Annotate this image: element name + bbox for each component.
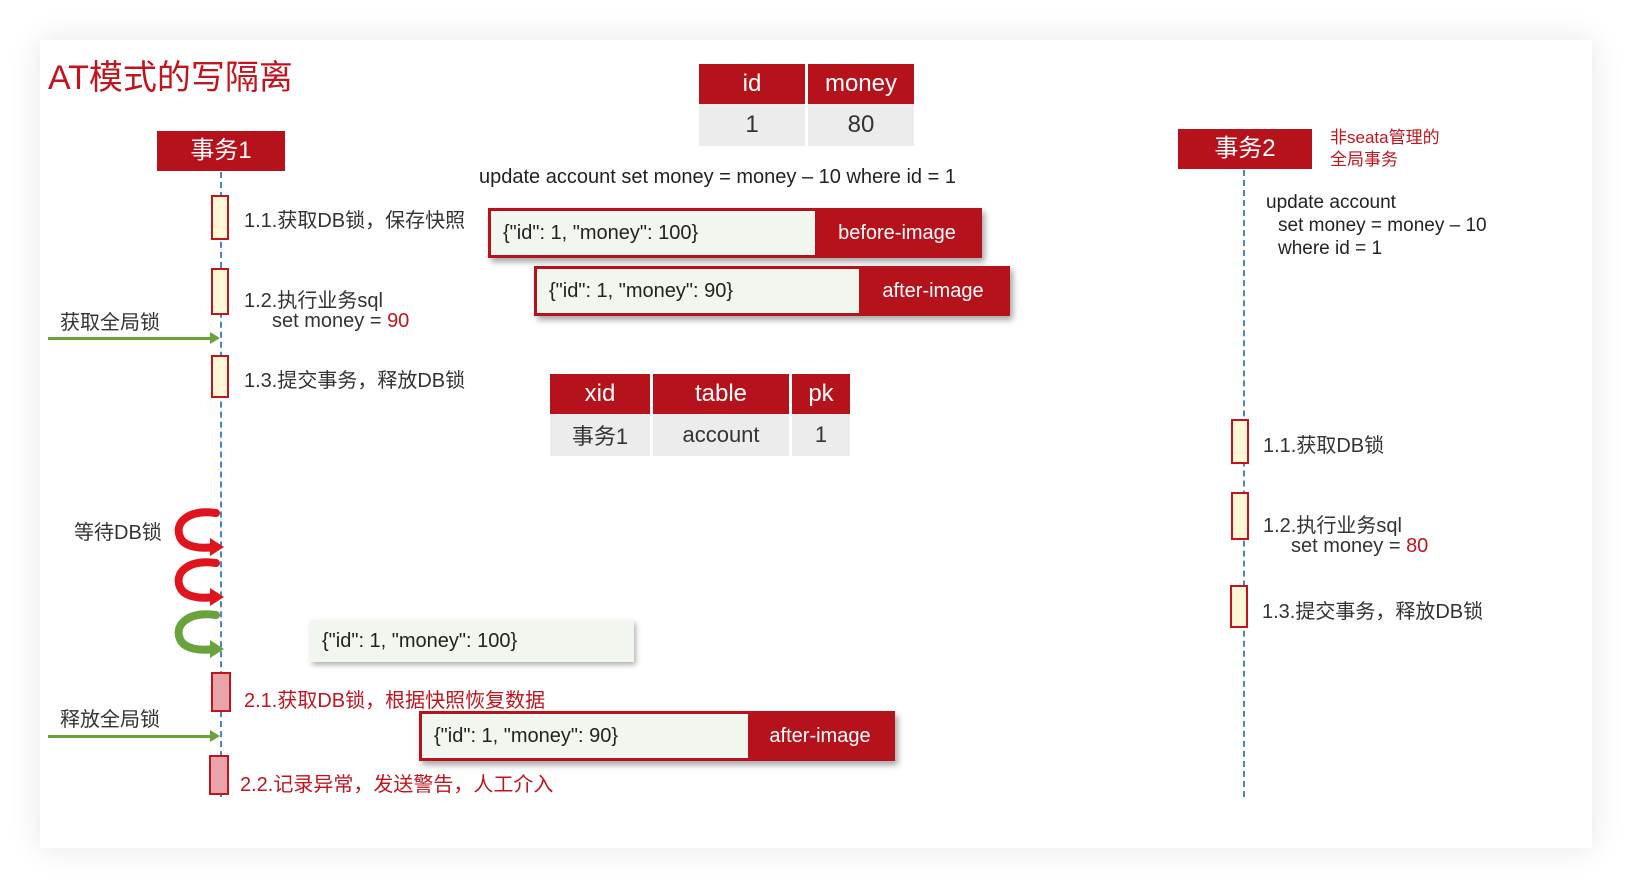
lock-header-pk: pk <box>792 374 850 414</box>
lock-header-xid: xid <box>550 374 650 414</box>
after-image-label: after-image <box>859 269 1007 313</box>
tx2-label: 事务2 <box>1178 129 1312 169</box>
tx2-step-1-1: 1.1.获取DB锁 <box>1263 435 1385 457</box>
tx2-lifeline <box>1243 170 1245 797</box>
tx2-activation-3 <box>1230 585 1248 628</box>
lock-header-table: table <box>653 374 789 414</box>
after-image-json: {"id": 1, "money": 90} <box>537 269 859 313</box>
tx1-sql-prefix: set money = <box>272 310 388 332</box>
release-global-lock-arrowhead <box>210 730 220 742</box>
tx1-step-1-1: 1.1.获取DB锁，保存快照 <box>244 210 466 232</box>
tx2-sql-prefix: set money = <box>1291 535 1407 557</box>
tx1-step-1-2: 1.2.执行业务sql <box>244 290 383 312</box>
release-global-lock-label: 释放全局锁 <box>60 709 160 731</box>
tx1-activation-1 <box>211 195 229 240</box>
tx2-sql-line3: where id = 1 <box>1278 238 1383 259</box>
wait-loop-green-head <box>210 640 224 658</box>
wait-loop-red-1-head <box>210 538 224 556</box>
wait-loop-icon <box>174 508 224 658</box>
tx1-activation-2 <box>211 268 229 315</box>
tx2-activation-2 <box>1231 492 1249 540</box>
acquire-global-lock-label: 获取全局锁 <box>60 312 160 334</box>
tx1-activation-4 <box>211 672 231 712</box>
tx2-step-1-2: 1.2.执行业务sql <box>1263 515 1402 537</box>
before-image-label: before-image <box>815 211 979 255</box>
lock-cell-pk: 1 <box>792 414 850 456</box>
page-title: AT模式的写隔离 <box>48 59 293 97</box>
tx2-activation-1 <box>1231 419 1249 464</box>
wait-db-lock-label: 等待DB锁 <box>74 522 162 544</box>
tx2-sql-line2: set money = money – 10 <box>1278 215 1487 236</box>
after-image-2-json: {"id": 1, "money": 90} <box>422 714 748 758</box>
tx1-activation-5 <box>209 755 229 795</box>
tx2-note-line1: 非seata管理的 <box>1330 128 1440 147</box>
after-image-2-label: after-image <box>748 714 892 758</box>
tx1-step-2-1: 2.1.获取DB锁，根据快照恢复数据 <box>244 690 546 712</box>
tx1-activation-3 <box>211 355 229 398</box>
tx2-note: 非seata管理的 全局事务 <box>1330 127 1440 171</box>
wait-loop-red-2-head <box>210 588 224 606</box>
lock-cell-table: account <box>653 414 789 456</box>
tx1-step-1-2-sql: set money = 90 <box>272 310 409 333</box>
before-image-json: {"id": 1, "money": 100} <box>491 211 815 255</box>
acquire-global-lock-arrowhead <box>210 332 220 344</box>
tx2-note-line2: 全局事务 <box>1330 150 1398 169</box>
before-image-box: {"id": 1, "money": 100} before-image <box>488 208 982 258</box>
tx2-step-1-2-sql: set money = 80 <box>1291 535 1428 558</box>
restore-json: {"id": 1, "money": 100} <box>310 620 634 662</box>
lock-cell-xid: 事务1 <box>550 414 650 456</box>
tx1-step-1-3: 1.3.提交事务，释放DB锁 <box>244 370 466 392</box>
after-image-box-2: {"id": 1, "money": 90} after-image <box>419 711 895 761</box>
tx2-sql: update account set money = money – 10 wh… <box>1266 191 1487 260</box>
update-sql: update account set money = money – 10 wh… <box>479 166 956 188</box>
account-cell-money: 80 <box>808 104 914 146</box>
tx2-sql-value: 80 <box>1406 535 1429 557</box>
release-global-lock-arrow <box>48 735 210 738</box>
account-table: id money 1 80 <box>696 64 917 146</box>
acquire-global-lock-arrow <box>48 337 210 340</box>
tx2-sql-line1: update account <box>1266 192 1396 213</box>
lock-table: xid table pk 事务1 account 1 <box>547 374 853 456</box>
account-header-id: id <box>699 64 805 104</box>
tx1-sql-value: 90 <box>387 310 410 332</box>
tx1-label: 事务1 <box>157 131 285 171</box>
account-header-money: money <box>808 64 914 104</box>
tx1-step-2-2: 2.2.记录异常，发送警告，人工介入 <box>240 774 554 796</box>
account-cell-id: 1 <box>699 104 805 146</box>
tx2-step-1-3: 1.3.提交事务，释放DB锁 <box>1262 601 1484 623</box>
after-image-box: {"id": 1, "money": 90} after-image <box>534 266 1010 316</box>
